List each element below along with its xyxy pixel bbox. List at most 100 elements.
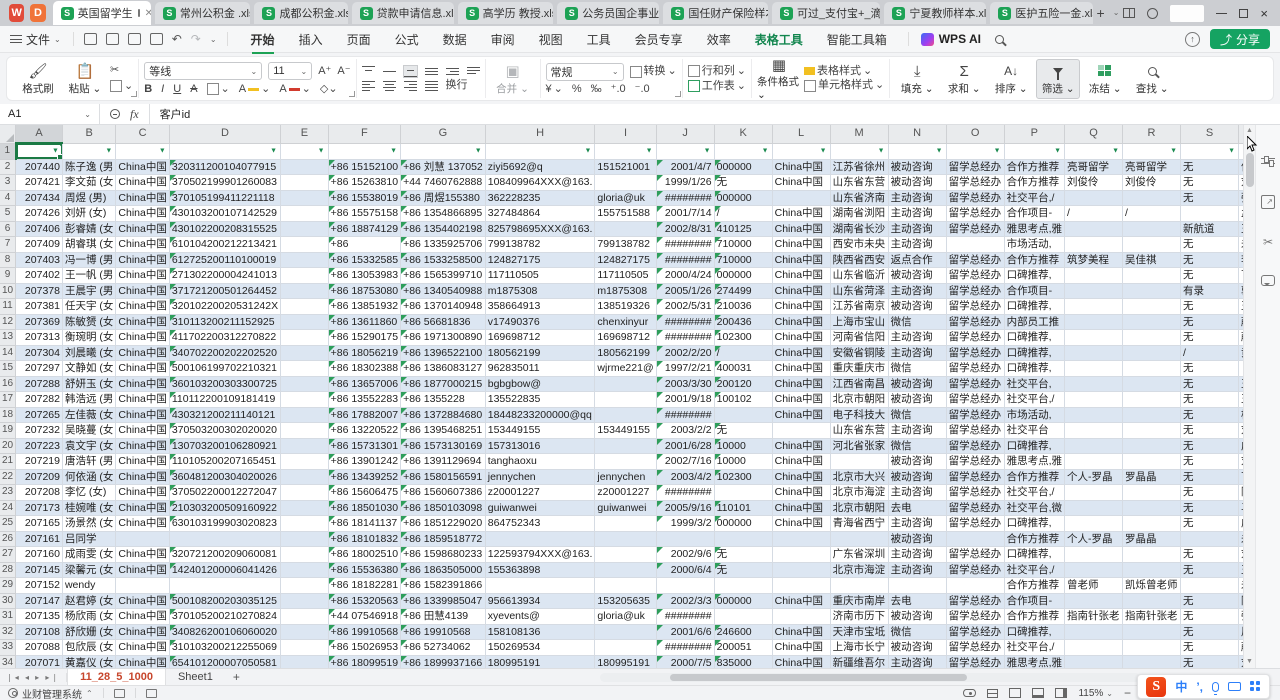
header-cell[interactable]: 姓名▼ bbox=[62, 143, 115, 159]
cell[interactable]: 社交平台,/ bbox=[1004, 640, 1064, 656]
cell[interactable]: 无 bbox=[1181, 609, 1239, 625]
cell[interactable]: +86 15332585 bbox=[328, 252, 400, 268]
cell[interactable]: +86 17882007 bbox=[328, 407, 400, 423]
cell[interactable] bbox=[1065, 392, 1123, 408]
cell[interactable]: +86 18302388 bbox=[328, 361, 400, 377]
cell[interactable]: 无 bbox=[1181, 469, 1239, 485]
cell[interactable]: 000000 bbox=[714, 593, 772, 609]
row-header-14[interactable]: 14 bbox=[0, 345, 16, 361]
cell[interactable]: 207147 bbox=[16, 593, 63, 609]
cell[interactable]: China中国 bbox=[116, 562, 169, 578]
cell[interactable]: +86 56681836 bbox=[401, 314, 486, 330]
menu-tab-工具[interactable]: 工具 bbox=[576, 27, 622, 52]
filter-dropdown-icon[interactable]: ▼ bbox=[818, 146, 829, 157]
cell[interactable]: 内部员工推 bbox=[1004, 314, 1064, 330]
cell[interactable]: 207426 bbox=[16, 206, 63, 222]
cell[interactable]: 430103200107142529 bbox=[169, 206, 280, 222]
cell[interactable] bbox=[595, 175, 656, 191]
cell[interactable] bbox=[281, 252, 329, 268]
cell[interactable]: 2001/4/7 bbox=[656, 159, 714, 175]
row-header-7[interactable]: 7 bbox=[0, 237, 16, 253]
cell[interactable]: 610104200212213421 bbox=[169, 237, 280, 253]
cell[interactable]: China中国 bbox=[116, 345, 169, 361]
cell[interactable] bbox=[116, 578, 169, 594]
cell[interactable] bbox=[281, 376, 329, 392]
globe-icon[interactable] bbox=[1147, 8, 1158, 19]
wrap-text-icon[interactable] bbox=[467, 66, 480, 77]
select-all-corner[interactable] bbox=[0, 125, 16, 143]
cell[interactable]: 被动咨询 bbox=[888, 469, 946, 485]
cell[interactable]: +86 18874129 bbox=[328, 221, 400, 237]
filter-dropdown-icon[interactable]: ▼ bbox=[473, 146, 484, 157]
vertical-scroll-thumb[interactable] bbox=[1246, 153, 1254, 187]
cell[interactable]: 指南针张老 bbox=[1065, 609, 1123, 625]
cell[interactable] bbox=[1065, 407, 1123, 423]
formula-input[interactable]: 客户id bbox=[150, 106, 191, 122]
cell[interactable] bbox=[1123, 376, 1181, 392]
copy-button[interactable]: ⌄ bbox=[110, 80, 133, 92]
header-cell[interactable]: 申请专用▼ bbox=[595, 143, 656, 159]
cell[interactable]: +86 13901242 bbox=[328, 454, 400, 470]
cell[interactable] bbox=[281, 423, 329, 439]
cell[interactable]: +86 1386083127 bbox=[401, 361, 486, 377]
cell[interactable]: 371721200501264452 bbox=[169, 283, 280, 299]
cell[interactable] bbox=[281, 407, 329, 423]
cell[interactable]: China中国 bbox=[772, 268, 830, 284]
cell[interactable]: 凯烁曾老师 bbox=[1123, 578, 1181, 594]
cell[interactable]: 207282 bbox=[16, 392, 63, 408]
row-header-3[interactable]: 3 bbox=[0, 175, 16, 191]
document-tab[interactable]: S宁夏教师样本.xlsx bbox=[884, 2, 986, 24]
cell[interactable]: 主动咨询 bbox=[888, 655, 946, 668]
cell[interactable]: 微信 bbox=[888, 314, 946, 330]
ime-menu-grid-icon[interactable] bbox=[1250, 681, 1261, 692]
cell[interactable]: 衡琬明 (女 bbox=[62, 330, 115, 346]
cell[interactable]: m1875308 bbox=[595, 283, 656, 299]
filter-dropdown-icon[interactable]: ▼ bbox=[644, 146, 655, 157]
column-header-A[interactable]: A bbox=[16, 125, 63, 143]
column-header-R[interactable]: R bbox=[1123, 125, 1181, 143]
cell[interactable]: 口碑推荐, bbox=[1004, 438, 1064, 454]
cell[interactable] bbox=[281, 578, 329, 594]
insert-function-button[interactable]: fx bbox=[130, 107, 139, 122]
cell[interactable]: +86 15606475 bbox=[328, 485, 400, 501]
filter-dropdown-icon[interactable]: ▼ bbox=[268, 146, 279, 157]
cell[interactable]: 32010220020531242X bbox=[169, 299, 280, 315]
cell[interactable]: 370502199901260083 bbox=[169, 175, 280, 191]
cell[interactable] bbox=[1123, 500, 1181, 516]
cell[interactable]: gloria@uk bbox=[595, 190, 656, 206]
cell[interactable]: wjrme221@ bbox=[595, 361, 656, 377]
cell[interactable]: 被动咨询 bbox=[888, 159, 946, 175]
filter-button[interactable]: 筛选 ⌄ bbox=[1036, 59, 1080, 99]
cell[interactable]: 留学总经办 bbox=[946, 593, 1004, 609]
cell[interactable]: 河北省张家 bbox=[830, 438, 888, 454]
column-header-M[interactable]: M bbox=[830, 125, 888, 143]
cell[interactable]: 310103200212255069 bbox=[169, 640, 280, 656]
cell[interactable]: 市场活动, bbox=[1004, 407, 1064, 423]
cell[interactable]: 150269534 bbox=[485, 640, 595, 656]
cell[interactable]: 留学总经办 bbox=[946, 624, 1004, 640]
cell[interactable]: 271302200004241013 bbox=[169, 268, 280, 284]
header-cell[interactable]: 邮箱▼ bbox=[485, 143, 595, 159]
eye-icon[interactable] bbox=[963, 689, 976, 697]
merge-center-button[interactable]: ▣ 合并 ⌄ bbox=[491, 59, 535, 99]
column-header-F[interactable]: F bbox=[328, 125, 400, 143]
share-button[interactable]: ⤴ 分享 bbox=[1210, 29, 1270, 49]
cell[interactable]: +86 1877000215 bbox=[401, 376, 486, 392]
cell[interactable] bbox=[714, 531, 772, 547]
cell[interactable]: 207265 bbox=[16, 407, 63, 423]
row-header-26[interactable]: 26 bbox=[0, 531, 16, 547]
cell[interactable] bbox=[1065, 376, 1123, 392]
document-tab[interactable]: S医护五险一金.xlsx bbox=[990, 2, 1092, 24]
column-header-G[interactable]: G bbox=[401, 125, 486, 143]
cell[interactable]: China中国 bbox=[116, 454, 169, 470]
page-break-view-icon[interactable] bbox=[1055, 688, 1067, 698]
align-bottom-icon[interactable] bbox=[404, 66, 417, 77]
cell[interactable]: 周煜 (男) bbox=[62, 190, 115, 206]
cell[interactable] bbox=[281, 330, 329, 346]
cell[interactable]: ######## bbox=[656, 407, 714, 423]
cell[interactable] bbox=[281, 438, 329, 454]
cell[interactable]: 指南针张老 bbox=[1123, 609, 1181, 625]
cell[interactable]: 被动咨询 bbox=[888, 640, 946, 656]
wps-up-icon[interactable]: D bbox=[30, 4, 45, 22]
cell[interactable]: +86 1598680233 bbox=[401, 547, 486, 563]
